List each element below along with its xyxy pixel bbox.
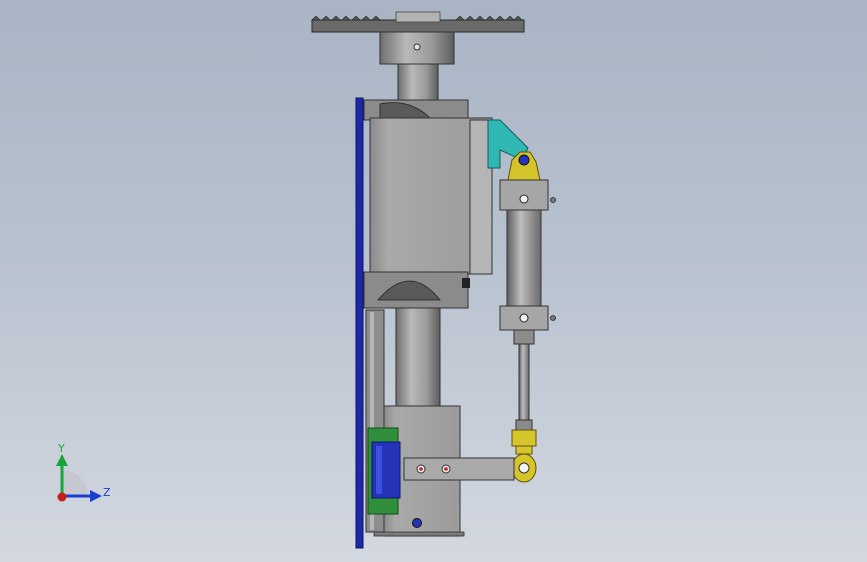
lower-shaft[interactable] [395, 307, 441, 409]
lever-arm[interactable] [403, 457, 515, 481]
cad-viewport[interactable]: Y Z [0, 0, 867, 562]
sprocket-icon[interactable] [311, 11, 525, 33]
air-cylinder-icon[interactable] [499, 151, 556, 483]
linear-bearing-icon[interactable] [367, 427, 401, 515]
triad-origin [57, 492, 67, 502]
gearbox-icon[interactable] [363, 99, 493, 309]
y-axis-arrow [56, 454, 68, 466]
z-axis-arrow [90, 490, 102, 502]
triad-plane [62, 470, 88, 496]
hub[interactable] [379, 31, 455, 65]
coordinate-triad [56, 454, 102, 502]
y-axis-label: Y [58, 442, 65, 455]
z-axis-label: Z [103, 486, 111, 499]
assembly-model[interactable] [0, 0, 867, 562]
mounting-plate-icon[interactable] [355, 97, 364, 549]
